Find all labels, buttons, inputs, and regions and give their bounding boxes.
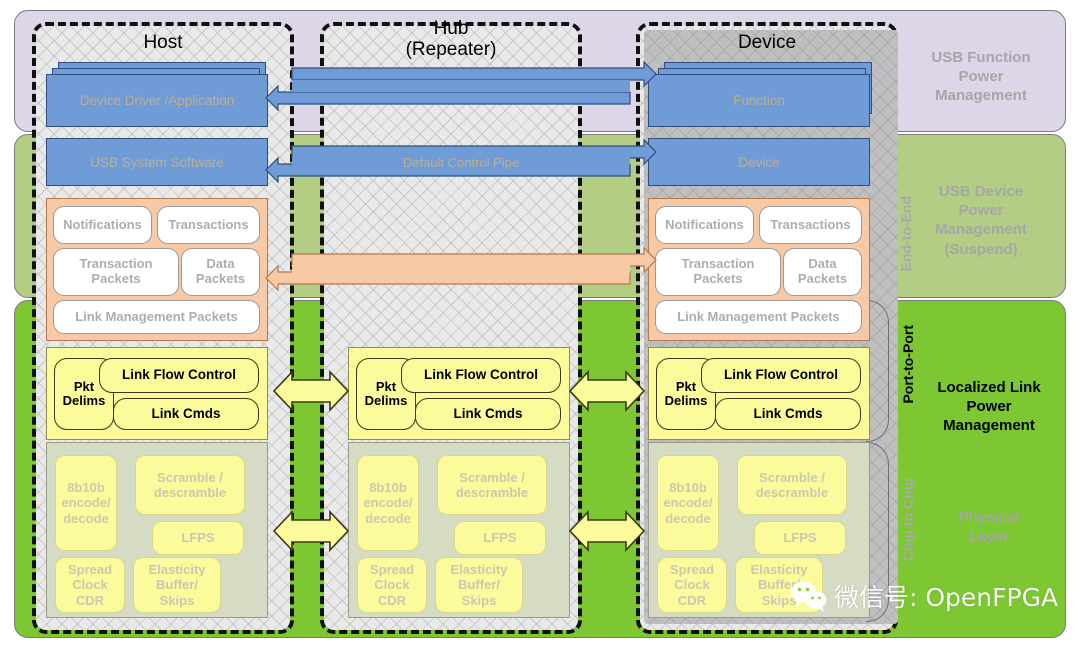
vertical-label-port-to-port: Port-to-Port <box>900 325 916 404</box>
device-transactions-box[interactable]: Transactions <box>759 206 862 244</box>
column-host-title: Host <box>143 32 183 53</box>
hub-elasticity-buffer-skips-box[interactable]: Elasticity Buffer/Skips <box>435 557 523 613</box>
hub-8b10b-encode-decode-box[interactable]: 8b10b encode/decode <box>357 455 419 551</box>
arrow-function-pipe <box>265 60 657 118</box>
arrow-host-hub-link <box>272 368 350 414</box>
host-spread-clock-cdr-box[interactable]: Spread Clock CDR <box>55 557 125 613</box>
arrow-protocol-pipe <box>265 246 657 292</box>
device-scramble-descramble-box[interactable]: Scramble / descramble <box>737 455 847 515</box>
watermark: 微信号: OpenFPGA <box>790 578 1058 614</box>
device-notifications-box[interactable]: Notifications <box>655 206 754 244</box>
device-device-box[interactable]: Device <box>648 138 870 186</box>
host-phy-panel: 8b10b encode/decode Scramble / descramble … <box>46 442 268 618</box>
arrow-default-control-pipe-label: Default Control Pipe <box>266 153 656 173</box>
wechat-icon <box>790 580 828 612</box>
column-hub-title-line2: (Repeater) <box>405 39 497 61</box>
host-scramble-descramble-box[interactable]: Scramble / descramble <box>135 455 245 515</box>
hub-lfps-box[interactable]: LFPS <box>454 521 546 555</box>
host-data-packets-box[interactable]: Data Packets <box>181 248 260 296</box>
host-link-management-packets-box[interactable]: Link Management Packets <box>53 300 260 334</box>
device-link-flow-control-box[interactable]: Link Flow Control <box>701 358 861 393</box>
host-transactions-box[interactable]: Transactions <box>157 206 260 244</box>
host-usb-system-software[interactable]: USB System Software <box>46 138 268 186</box>
host-device-driver-application[interactable]: Device Driver /Application <box>46 74 268 127</box>
host-elasticity-buffer-skips-box[interactable]: Elasticity Buffer/Skips <box>133 557 221 613</box>
host-lfps-box[interactable]: LFPS <box>152 521 244 555</box>
hub-link-flow-control-box[interactable]: Link Flow Control <box>401 358 561 393</box>
hub-phy-panel: 8b10b encode/decode Scramble / descramble … <box>348 442 570 618</box>
device-link-management-packets-box[interactable]: Link Management Packets <box>655 300 862 334</box>
device-link-cmds-box[interactable]: Link Cmds <box>715 398 861 430</box>
host-notifications-box[interactable]: Notifications <box>53 206 152 244</box>
hub-link-layer-panel: Pkt Delims Link Flow Control Link Cmds <box>348 347 570 440</box>
device-protocol-panel: Notifications Transactions Transaction Pa… <box>648 198 870 341</box>
host-link-flow-control-box[interactable]: Link Flow Control <box>99 358 259 393</box>
arrow-host-hub-phy <box>272 508 350 554</box>
hub-spread-clock-cdr-box[interactable]: Spread Clock CDR <box>357 557 427 613</box>
column-hub-title: Hub (Repeater) <box>324 18 578 61</box>
hub-link-cmds-box[interactable]: Link Cmds <box>415 398 561 430</box>
arrow-hub-device-phy <box>568 508 646 554</box>
usb-architecture-diagram: USB Function Power Management USB Device Po… <box>0 0 1080 650</box>
host-link-layer-panel: Pkt Delims Link Flow Control Link Cmds <box>46 347 268 440</box>
host-link-cmds-box[interactable]: Link Cmds <box>113 398 259 430</box>
arrow-hub-device-link <box>568 368 646 414</box>
hub-scramble-descramble-box[interactable]: Scramble / descramble <box>437 455 547 515</box>
device-8b10b-encode-decode-box[interactable]: 8b10b encode/decode <box>657 455 719 551</box>
host-transaction-packets-box[interactable]: Transaction Packets <box>53 248 179 296</box>
column-device-title: Device <box>737 32 797 53</box>
device-transaction-packets-box[interactable]: Transaction Packets <box>655 248 781 296</box>
device-link-layer-panel: Pkt Delims Link Flow Control Link Cmds <box>648 347 870 440</box>
default-control-pipe-label-text: Default Control Pipe <box>402 155 520 170</box>
device-data-packets-box[interactable]: Data Packets <box>783 248 862 296</box>
column-hub-title-line1: Hub <box>433 18 469 39</box>
device-function-box[interactable]: Function <box>648 74 870 127</box>
vertical-label-chip-to-chip: Chip to Chip <box>900 478 916 562</box>
host-8b10b-encode-decode-box[interactable]: 8b10b encode/decode <box>55 455 117 551</box>
device-spread-clock-cdr-box[interactable]: Spread Clock CDR <box>657 557 727 613</box>
device-lfps-box[interactable]: LFPS <box>754 521 846 555</box>
watermark-text: 微信号: OpenFPGA <box>834 583 1059 612</box>
vertical-label-end-to-end: End-to-End <box>898 196 914 272</box>
host-protocol-panel: Notifications Transactions Transaction Pa… <box>46 198 268 341</box>
